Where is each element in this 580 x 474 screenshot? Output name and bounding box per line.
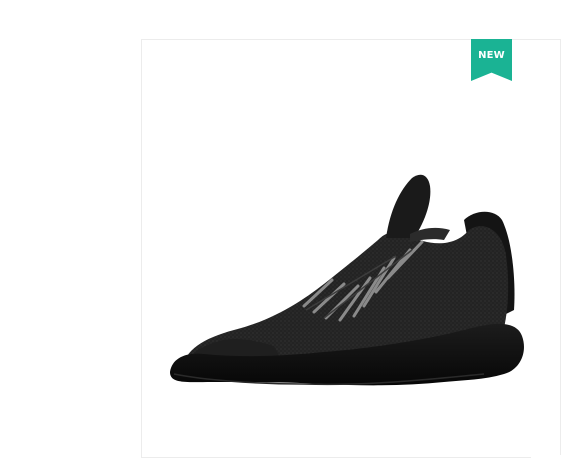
new-badge: NEW <box>471 39 512 81</box>
page: NEW <box>0 0 580 474</box>
product-image[interactable] <box>164 160 536 392</box>
sneaker-image-icon <box>170 174 524 386</box>
corner-mark <box>531 455 567 463</box>
new-badge-label: NEW <box>478 50 505 61</box>
product-card[interactable]: NEW <box>141 39 561 458</box>
